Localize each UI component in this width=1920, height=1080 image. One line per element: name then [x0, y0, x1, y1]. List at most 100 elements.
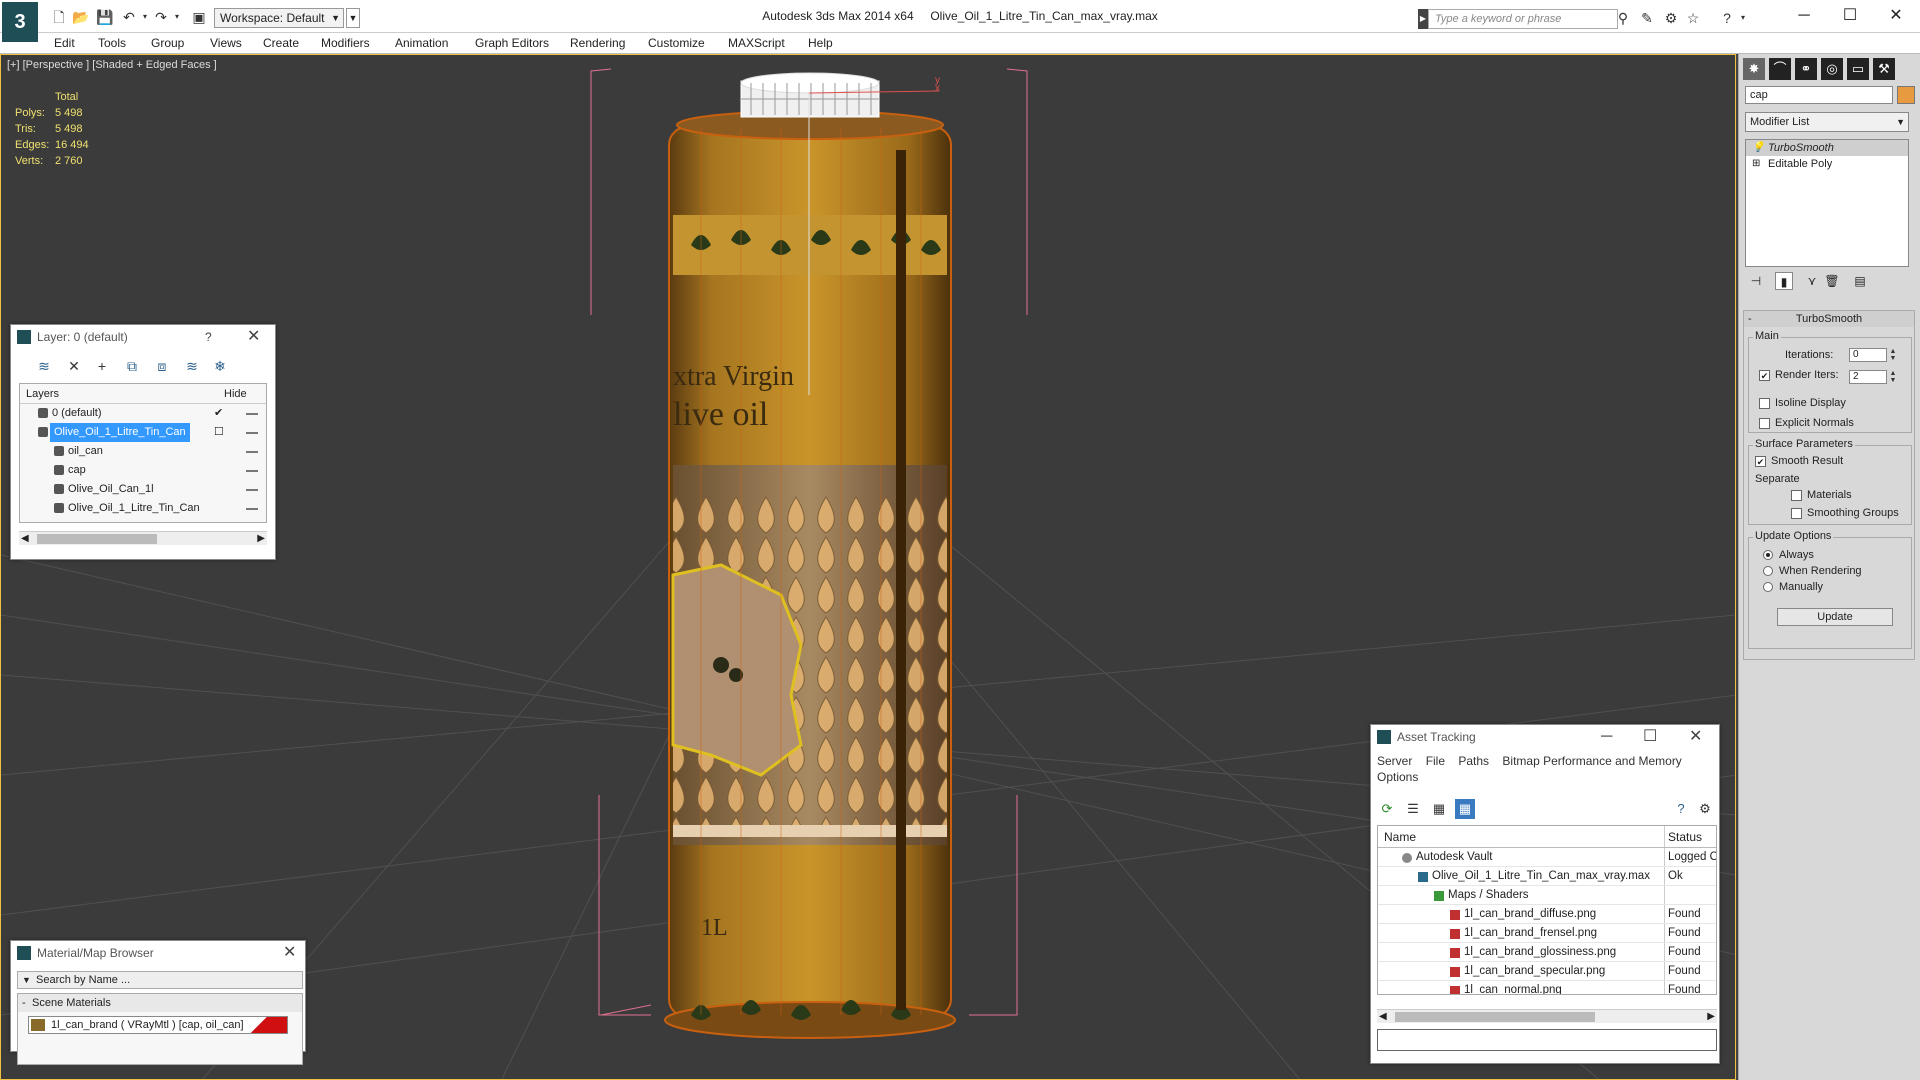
explicit-normals-checkbox[interactable]: [1759, 418, 1770, 429]
search-expand-icon[interactable]: ▶: [1418, 9, 1428, 29]
stack-item-editable-poly[interactable]: ⊞ Editable Poly: [1746, 156, 1908, 172]
connect-icon[interactable]: ⚙: [1662, 9, 1680, 27]
layer-row-olive-oil[interactable]: Olive_Oil_1_Litre_Tin_Can ☐: [20, 423, 266, 442]
hide-toggle[interactable]: [246, 432, 258, 434]
menu-tools[interactable]: Tools: [98, 35, 126, 51]
vault-help-icon[interactable]: ?: [1671, 799, 1691, 819]
hide-toggle[interactable]: [246, 413, 258, 415]
configure-sets-icon[interactable]: ▤: [1851, 272, 1869, 290]
col-name[interactable]: Name: [1384, 826, 1416, 848]
smoothing-groups-checkbox[interactable]: [1791, 508, 1802, 519]
help-dropdown-icon[interactable]: ▾: [1734, 9, 1752, 27]
show-end-result-icon[interactable]: ▮: [1775, 272, 1793, 290]
modify-tab-icon[interactable]: ⌒: [1769, 58, 1791, 80]
asset-row-normal[interactable]: 1l_can_normal.png Found: [1378, 981, 1716, 994]
asset-row-specular[interactable]: 1l_can_brand_specular.png Found: [1378, 962, 1716, 981]
material-close-icon[interactable]: ✕: [283, 941, 296, 965]
expand-plus-icon[interactable]: ⊞: [1752, 156, 1760, 172]
table-view-icon[interactable]: ▦: [1455, 799, 1475, 819]
object-row-oil-can[interactable]: oil_can: [20, 442, 266, 461]
menu-edit[interactable]: Edit: [54, 35, 75, 51]
asset-hscrollbar[interactable]: ◀ ▶: [1377, 1009, 1717, 1023]
vault-settings-icon[interactable]: ⚙: [1695, 799, 1715, 819]
menu-animation[interactable]: Animation: [395, 35, 448, 51]
list-view-icon[interactable]: ☰: [1403, 799, 1423, 819]
active-layer-checkbox[interactable]: ☐: [214, 423, 224, 442]
menu-views[interactable]: Views: [210, 35, 242, 51]
render-iters-spinner-arrows[interactable]: ▲ ▼: [1889, 370, 1897, 384]
menu-graph-editors[interactable]: Graph Editors: [475, 35, 549, 51]
utilities-tab-icon[interactable]: ⚒: [1873, 58, 1895, 80]
manually-radio[interactable]: [1763, 582, 1773, 592]
create-layer-icon[interactable]: ≋: [33, 355, 55, 377]
hide-all-layers-icon[interactable]: ≋: [181, 355, 203, 377]
binoculars-icon[interactable]: ⚲: [1614, 9, 1632, 27]
thumbnail-view-icon[interactable]: ▦: [1429, 799, 1449, 819]
close-window-button[interactable]: ✕: [1876, 4, 1916, 28]
asset-path-input[interactable]: [1377, 1029, 1717, 1051]
hide-toggle[interactable]: [246, 470, 258, 472]
active-layer-check-icon[interactable]: ✔: [214, 404, 223, 423]
display-tab-icon[interactable]: ▭: [1847, 58, 1869, 80]
hierarchy-tab-icon[interactable]: ⚭: [1795, 58, 1817, 80]
object-row-cap[interactable]: cap: [20, 461, 266, 480]
asset-close-icon[interactable]: ✕: [1689, 725, 1702, 749]
material-item[interactable]: 1l_can_brand ( VRayMtl ) [cap, oil_can]: [28, 1016, 288, 1034]
asset-menu-paths[interactable]: Paths: [1458, 754, 1489, 768]
remove-modifier-icon[interactable]: 🗑: [1823, 272, 1841, 290]
scene-materials-header[interactable]: - Scene Materials: [18, 994, 302, 1012]
hide-toggle[interactable]: [246, 451, 258, 453]
asset-tracking-header[interactable]: Asset Tracking ─ ☐ ✕: [1371, 725, 1719, 749]
render-iters-checkbox[interactable]: ✔: [1759, 370, 1770, 381]
layer-panel-header[interactable]: Layer: 0 (default) ? ✕: [11, 325, 275, 349]
layer-help-button[interactable]: ?: [205, 325, 212, 349]
object-color-swatch[interactable]: [1897, 86, 1915, 104]
object-row-olive-oil-can-1l[interactable]: Olive_Oil_Can_1l: [20, 480, 266, 499]
always-radio[interactable]: [1763, 550, 1773, 560]
col-hide[interactable]: Hide: [224, 384, 247, 404]
modifier-list-dropdown[interactable]: Modifier List ▼: [1745, 112, 1909, 132]
asset-row-glossiness[interactable]: 1l_can_brand_glossiness.png Found: [1378, 943, 1716, 962]
hide-toggle[interactable]: [246, 489, 258, 491]
layer-close-icon[interactable]: ✕: [247, 325, 260, 349]
menu-modifiers[interactable]: Modifiers: [321, 35, 370, 51]
object-row-olive-oil-tin-can[interactable]: Olive_Oil_1_Litre_Tin_Can: [20, 499, 266, 518]
highlight-layer-icon[interactable]: ⧈: [151, 355, 173, 377]
add-to-layer-icon[interactable]: +: [91, 355, 113, 377]
isoline-display-checkbox[interactable]: [1759, 398, 1770, 409]
hide-toggle[interactable]: [246, 508, 258, 510]
pin-stack-icon[interactable]: ⊣: [1747, 272, 1765, 290]
layer-hscrollbar[interactable]: ◀ ▶: [19, 531, 267, 545]
key-icon[interactable]: ✎: [1638, 9, 1656, 27]
asset-row-max-file[interactable]: Olive_Oil_1_Litre_Tin_Can_max_vray.max Ok: [1378, 867, 1716, 886]
asset-menu-file[interactable]: File: [1426, 754, 1445, 768]
delete-layer-icon[interactable]: ✕: [63, 355, 85, 377]
iterations-spinner-arrows[interactable]: ▲ ▼: [1889, 348, 1897, 362]
menu-rendering[interactable]: Rendering: [570, 35, 625, 51]
material-browser-header[interactable]: Material/Map Browser ✕: [11, 941, 305, 965]
when-rendering-radio[interactable]: [1763, 566, 1773, 576]
menu-customize[interactable]: Customize: [648, 35, 705, 51]
collapse-icon[interactable]: -: [22, 994, 26, 1012]
asset-menu-options[interactable]: Options: [1377, 770, 1418, 784]
col-status[interactable]: Status: [1668, 826, 1702, 848]
minimize-button[interactable]: ─: [1784, 4, 1824, 28]
asset-row-vault[interactable]: Autodesk Vault Logged O: [1378, 848, 1716, 867]
asset-maximize-icon[interactable]: ☐: [1643, 725, 1657, 749]
asset-minimize-icon[interactable]: ─: [1601, 725, 1612, 749]
stack-item-turbosmooth[interactable]: 💡 TurboSmooth: [1746, 140, 1908, 156]
layer-row-default[interactable]: 0 (default) ✔: [20, 404, 266, 423]
asset-row-maps[interactable]: Maps / Shaders: [1378, 886, 1716, 905]
render-iters-spinner[interactable]: 2: [1849, 370, 1887, 384]
turbosmooth-rollout-header[interactable]: - TurboSmooth: [1744, 311, 1914, 327]
maximize-button[interactable]: ☐: [1830, 4, 1870, 28]
materials-checkbox[interactable]: [1791, 490, 1802, 501]
make-unique-icon[interactable]: ⋎: [1803, 272, 1821, 290]
asset-menu-bitmap[interactable]: Bitmap Performance and Memory: [1502, 754, 1681, 768]
search-options-icon[interactable]: ▼: [22, 972, 31, 988]
freeze-all-layers-icon[interactable]: ❄: [209, 355, 231, 377]
viewport-label[interactable]: [+] [Perspective ] [Shaded + Edged Faces…: [7, 59, 217, 71]
menu-help[interactable]: Help: [808, 35, 833, 51]
app-logo-button[interactable]: 3: [2, 2, 38, 42]
col-layers[interactable]: Layers: [26, 384, 59, 404]
